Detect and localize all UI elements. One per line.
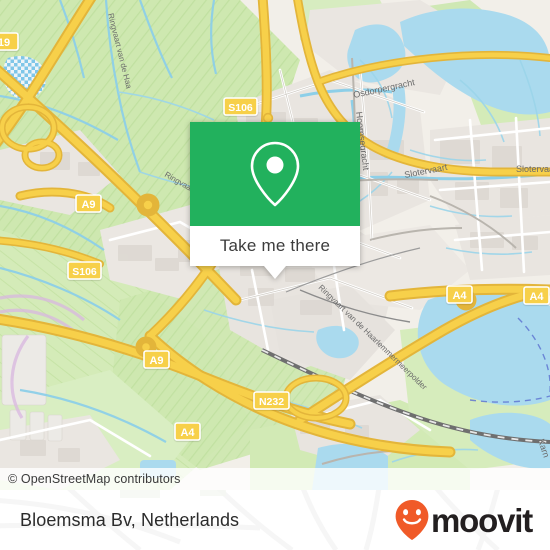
svg-text:A4: A4: [529, 291, 544, 303]
moovit-place-card: Ringvaart van de Haa Ringvaart v Ringvaa…: [0, 0, 550, 550]
callout-icon-panel: [190, 122, 360, 226]
moovit-logo[interactable]: moovit: [394, 490, 533, 550]
take-me-there-button[interactable]: Take me there: [190, 226, 360, 266]
svg-text:19: 19: [0, 37, 10, 49]
svg-text:Slotervaa: Slotervaa: [516, 164, 550, 174]
footer-bar: Bloemsma Bv, Netherlands moovit: [0, 490, 550, 550]
moovit-wordmark: moovit: [431, 501, 533, 539]
svg-text:A9: A9: [149, 355, 163, 367]
map-pin-icon: [250, 141, 300, 207]
svg-text:S106: S106: [228, 102, 253, 114]
svg-text:A4: A4: [180, 427, 195, 439]
svg-text:N232: N232: [259, 396, 284, 408]
svg-text:A4: A4: [452, 290, 467, 302]
map-attribution[interactable]: © OpenStreetMap contributors: [0, 468, 550, 490]
moovit-smiley-pin-icon: [395, 500, 429, 540]
svg-text:S106: S106: [72, 266, 97, 278]
callout-tail: [264, 266, 286, 279]
place-callout-card[interactable]: Take me there: [190, 122, 360, 279]
svg-text:A9: A9: [81, 199, 95, 211]
place-title: Bloemsma Bv, Netherlands: [20, 509, 240, 530]
